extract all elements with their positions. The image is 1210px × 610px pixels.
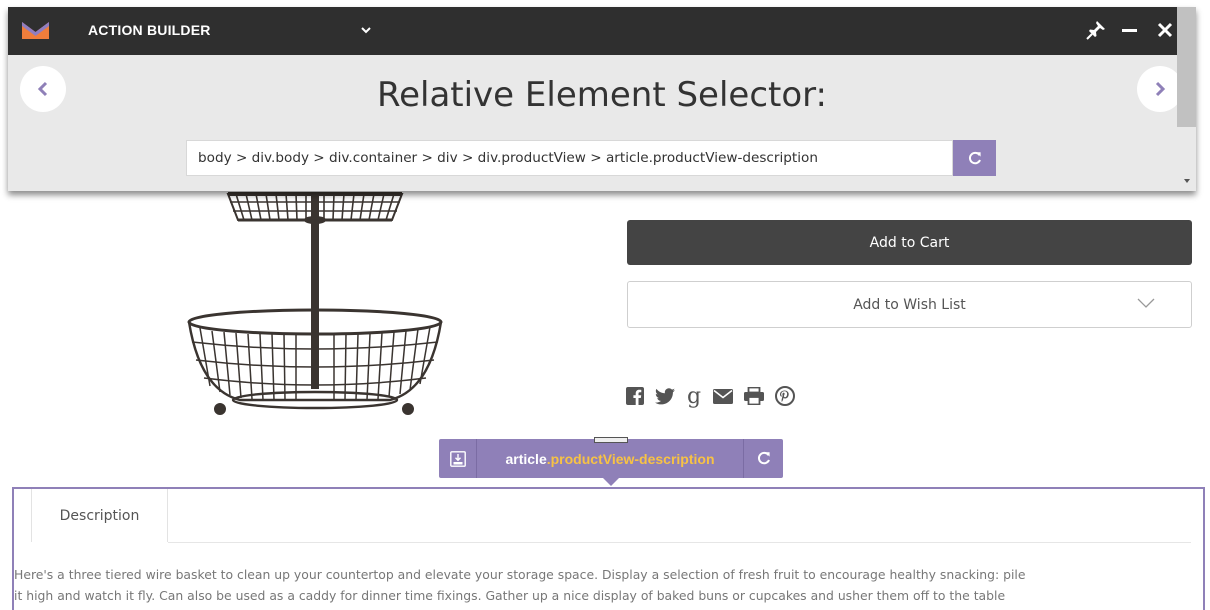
action-builder-header: ACTION BUILDER <box>8 7 1196 55</box>
refresh-icon <box>968 151 981 164</box>
action-builder-panel: ACTION BUILDER Relative Element Selector… <box>8 7 1196 191</box>
badge-refresh-button[interactable] <box>743 439 783 478</box>
description-text: Here's a three tiered wire basket to cle… <box>14 564 1204 606</box>
chevron-right-icon <box>1155 81 1166 97</box>
badge-selector-label: article.productView-description <box>477 451 743 467</box>
add-to-wishlist-button[interactable]: Add to Wish List <box>627 281 1192 328</box>
save-selector-button[interactable] <box>439 439 477 478</box>
facebook-icon[interactable] <box>626 387 644 405</box>
element-selector-badge: article.productView-description <box>439 437 783 486</box>
chevron-down-icon <box>1137 298 1155 308</box>
badge-pointer <box>603 478 619 486</box>
pinterest-icon[interactable] <box>775 386 795 406</box>
page-title: Relative Element Selector: <box>376 75 828 115</box>
description-line: Here's a three tiered wire basket to cle… <box>14 567 1026 582</box>
description-line: it high and watch it fly. Can also be us… <box>14 588 1006 603</box>
app-logo <box>22 22 49 39</box>
pin-icon[interactable] <box>1086 20 1106 40</box>
product-image <box>187 192 443 415</box>
close-icon[interactable] <box>1156 21 1174 39</box>
google-plus-icon[interactable]: g <box>686 384 702 408</box>
wishlist-label: Add to Wish List <box>853 296 966 313</box>
tab-description[interactable]: Description <box>31 489 168 542</box>
highlighted-element-outline: Description Here's a three tiered wire b… <box>12 487 1205 610</box>
badge-tag: article <box>505 450 547 467</box>
svg-text:g: g <box>687 384 701 408</box>
twitter-icon[interactable] <box>655 387 675 405</box>
email-icon[interactable] <box>713 388 733 404</box>
print-icon[interactable] <box>744 387 764 405</box>
refresh-icon <box>757 451 770 465</box>
minimize-button[interactable] <box>1122 29 1137 32</box>
selector-refresh-button[interactable] <box>953 140 996 176</box>
scroll-down-arrow[interactable] <box>1184 179 1190 183</box>
drag-handle[interactable] <box>594 437 628 443</box>
badge-class: .productView-description <box>546 450 715 467</box>
scrollbar-thumb[interactable] <box>1177 7 1196 127</box>
chevron-down-icon <box>361 26 371 33</box>
app-menu-dropdown[interactable] <box>356 20 376 40</box>
app-title: ACTION BUILDER <box>88 22 211 38</box>
save-icon <box>449 450 466 467</box>
share-bar: g <box>626 383 806 409</box>
selector-input[interactable] <box>186 140 953 176</box>
tab-divider <box>168 542 1191 543</box>
add-to-cart-button[interactable]: Add to Cart <box>627 220 1192 265</box>
